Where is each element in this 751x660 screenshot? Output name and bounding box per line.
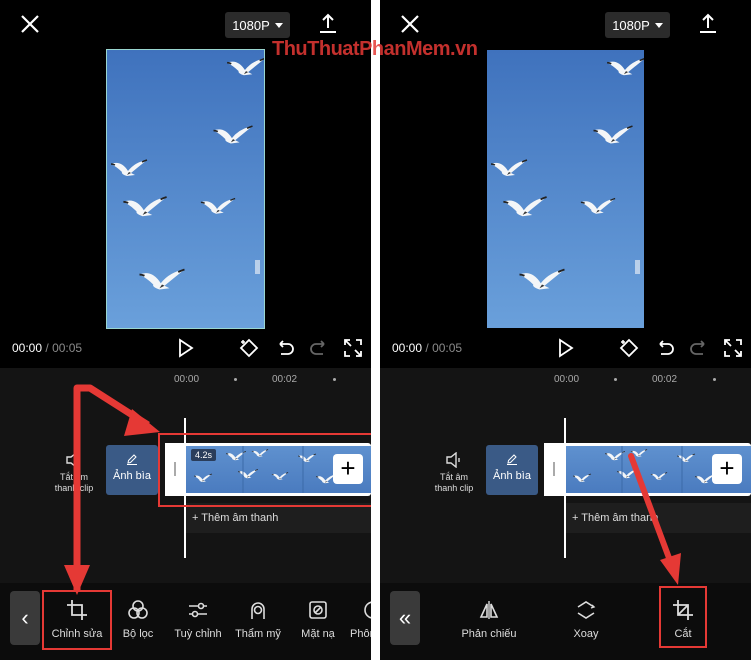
current-time: 00:00 <box>392 341 423 355</box>
tool-beauty[interactable]: Thẩm mỹ <box>227 599 289 640</box>
video-preview[interactable] <box>487 50 644 328</box>
speaker-icon <box>446 452 460 468</box>
pencil-icon <box>127 454 137 465</box>
background-icon <box>364 601 371 619</box>
play-icon[interactable] <box>174 337 196 359</box>
video-preview[interactable] <box>106 49 265 329</box>
tool-background[interactable]: Phông <box>340 599 371 640</box>
watermark: ThuThuatPhanMem.vn <box>272 38 478 60</box>
tool-rotate[interactable]: Xoay <box>555 599 617 640</box>
seagulls-image <box>107 50 264 328</box>
highlight-box-edit <box>42 590 112 650</box>
tool-label: Bộ lọc <box>122 628 154 640</box>
duration-time: 00:05 <box>432 341 463 355</box>
current-time: 00:00 <box>12 341 43 355</box>
time-separator: / <box>425 341 429 355</box>
chevron-down-icon <box>654 22 663 28</box>
time-display: 00:00 / 00:05 <box>12 341 82 355</box>
timeline[interactable]: 00:00 00:02 Tắt âm thanh clip Ảnh bìa <box>380 368 751 583</box>
back-button[interactable]: ‹ <box>10 591 40 645</box>
export-icon[interactable] <box>316 12 340 36</box>
keyframe-icon[interactable] <box>238 337 260 359</box>
highlight-box-crop <box>659 586 707 648</box>
chevron-down-icon <box>274 22 283 28</box>
filter-icon <box>128 600 148 619</box>
clip-trim-handle[interactable] <box>544 443 564 496</box>
tool-label: Thẩm mỹ <box>235 628 281 640</box>
adjust-icon <box>189 602 207 618</box>
editor-panel-right: 1080P 00:00 / 00:05 00:00 00:02 Tắt âm t… <box>380 0 751 660</box>
add-clip-button[interactable]: + <box>712 454 742 484</box>
tool-mirror[interactable]: Phản chiếu <box>458 599 520 640</box>
mirror-icon <box>479 601 499 619</box>
tool-filter[interactable]: Bộ lọc <box>107 599 169 640</box>
tool-label: Xoay <box>573 628 599 640</box>
mute-clip-button[interactable]: Tắt âm thanh clip <box>424 452 484 494</box>
cover-button[interactable]: Ảnh bìa <box>106 445 158 495</box>
undo-icon[interactable] <box>654 337 676 359</box>
highlight-box-clip <box>158 433 371 507</box>
resolution-label: 1080P <box>612 17 650 33</box>
rotate-icon <box>577 601 596 619</box>
time-separator: / <box>45 341 49 355</box>
seagulls-image <box>487 50 644 328</box>
play-icon[interactable] <box>554 337 576 359</box>
ruler-tick: 00:02 <box>272 374 298 385</box>
cover-label: Ảnh bìa <box>113 470 151 482</box>
tool-label: Phông <box>350 628 371 640</box>
ruler-tick: 00:02 <box>652 374 678 385</box>
beauty-icon <box>251 602 265 619</box>
ruler-dot <box>333 378 336 381</box>
mute-label-line1: Tắt âm <box>59 472 88 482</box>
add-audio-track[interactable]: + Thêm âm thanh <box>564 503 751 533</box>
resolution-label: 1080P <box>232 17 270 33</box>
add-audio-track[interactable]: + Thêm âm thanh <box>184 503 371 533</box>
speaker-icon <box>66 452 80 468</box>
tool-label: Mặt nạ <box>301 628 335 640</box>
pencil-icon <box>507 454 517 465</box>
ruler-dot <box>234 378 237 381</box>
back-button[interactable]: « <box>390 591 420 645</box>
export-icon[interactable] <box>696 12 720 36</box>
ruler-dot <box>713 378 716 381</box>
fullscreen-icon[interactable] <box>722 337 744 359</box>
cover-button[interactable]: Ảnh bìa <box>486 445 538 495</box>
redo-icon[interactable] <box>308 337 330 359</box>
redo-icon[interactable] <box>688 337 710 359</box>
resolution-button[interactable]: 1080P <box>605 12 670 38</box>
playhead[interactable] <box>564 418 566 558</box>
mute-label-line2: thanh clip <box>434 483 474 493</box>
undo-icon[interactable] <box>274 337 296 359</box>
time-display: 00:00 / 00:05 <box>392 341 462 355</box>
duration-time: 00:05 <box>52 341 83 355</box>
cover-label: Ảnh bìa <box>493 470 531 482</box>
tool-adjust[interactable]: Tuỳ chỉnh <box>167 599 229 640</box>
ruler-tick: 00:00 <box>554 374 580 385</box>
mute-clip-button[interactable]: Tắt âm thanh clip <box>44 452 104 494</box>
editor-panel-left: 1080P 00:00 / 00:05 00:00 00:02 Tắt âm t… <box>0 0 371 660</box>
keyframe-icon[interactable] <box>618 337 640 359</box>
resolution-button[interactable]: 1080P <box>225 12 290 38</box>
mute-label-line2: thanh clip <box>54 483 94 493</box>
tool-label: Tuỳ chỉnh <box>174 628 222 640</box>
fullscreen-icon[interactable] <box>342 337 364 359</box>
close-icon[interactable] <box>398 12 422 36</box>
mask-icon <box>309 601 327 619</box>
tool-label: Phản chiếu <box>461 628 517 640</box>
ruler-tick: 00:00 <box>174 374 200 385</box>
close-icon[interactable] <box>18 12 42 36</box>
mute-label-line1: Tắt âm <box>439 472 468 482</box>
ruler-dot <box>614 378 617 381</box>
